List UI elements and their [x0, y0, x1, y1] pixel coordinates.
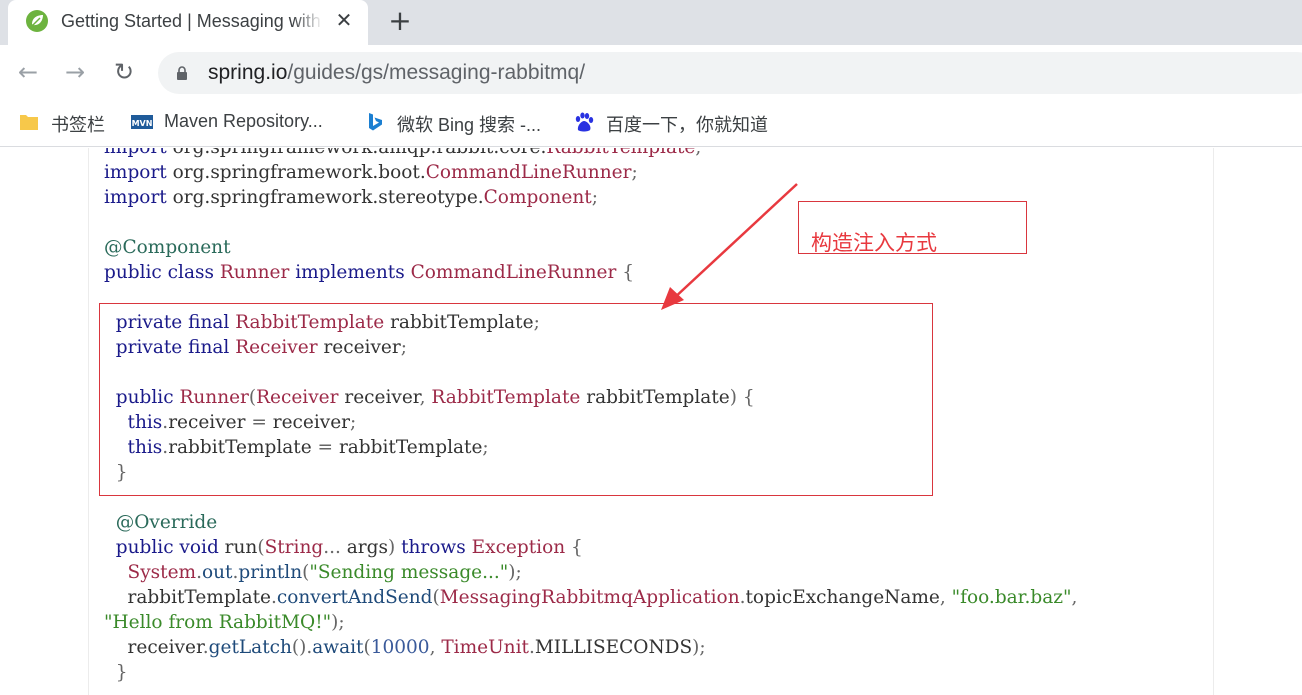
code-token: (). — [291, 637, 313, 658]
code-token: ... — [323, 537, 347, 558]
code-line: public void run(String... args) throws E… — [104, 535, 1077, 560]
bookmarks-bar: 书签栏 MVN Maven Repository... 微软 Bing 搜索 -… — [0, 100, 1302, 147]
code-token: MILLISECONDS — [534, 637, 693, 658]
code-token: @Component — [104, 237, 231, 258]
forward-button[interactable]: → — [60, 57, 90, 87]
code-token: await — [312, 637, 364, 658]
code-token: import — [104, 148, 173, 158]
code-token: Component — [483, 187, 592, 208]
content-border-left — [88, 148, 89, 695]
code-token: "Sending message..." — [309, 562, 509, 583]
code-line: "Hello from RabbitMQ!"); — [104, 610, 1077, 635]
bookmark-label: 微软 Bing 搜索 -... — [397, 115, 542, 135]
code-token: ; — [631, 162, 638, 183]
reload-button[interactable]: ↻ — [109, 57, 139, 87]
code-token: convertAndSend — [276, 587, 433, 608]
code-token: ); — [692, 637, 706, 658]
code-token: System — [104, 562, 197, 583]
code-token: println — [238, 562, 303, 583]
code-token: public void — [104, 537, 225, 558]
code-token: out — [201, 562, 233, 583]
tab-title: Getting Started | Messaging with RabbitM… — [61, 11, 323, 32]
annotation-label-box: 构造注入方式 — [798, 201, 1027, 255]
page-content: import org.springframework.amqp.rabbit.c… — [0, 148, 1302, 695]
code-token: ( — [363, 637, 371, 658]
url-text[interactable]: spring.io/guides/gs/messaging-rabbitmq/ — [208, 61, 585, 85]
toolbar: ← → ↻ spring.io/guides/gs/messaging-rabb… — [0, 45, 1302, 100]
code-token: ); — [508, 562, 522, 583]
code-token: import — [104, 187, 173, 208]
maven-icon: MVN — [131, 115, 153, 129]
code-token: import — [104, 162, 173, 183]
address-bar[interactable]: spring.io/guides/gs/messaging-rabbitmq/ — [158, 52, 1302, 94]
code-token: , — [1071, 587, 1078, 608]
code-token: , — [939, 587, 952, 608]
bookmark-label: 百度一下，你就知道 — [606, 115, 768, 135]
code-line: import org.springframework.amqp.rabbit.c… — [104, 148, 1077, 160]
code-token: receiver — [104, 637, 203, 658]
content-border-right — [1213, 148, 1214, 695]
code-line: System.out.println("Sending message...")… — [104, 560, 1077, 585]
code-token: run — [224, 537, 258, 558]
code-token: CommandLineRunner — [425, 162, 632, 183]
code-token: org.springframework.boot. — [172, 162, 426, 183]
code-token: getLatch — [208, 637, 292, 658]
code-token: org.springframework.amqp.rabbit.core. — [173, 148, 547, 158]
code-token: ); — [331, 612, 345, 633]
code-token: "Hello from RabbitMQ!" — [104, 612, 332, 633]
code-token: org.springframework.stereotype. — [172, 187, 484, 208]
lock-icon[interactable] — [176, 66, 188, 80]
code-token: } — [104, 662, 128, 683]
code-token: rabbitTemplate — [104, 587, 271, 608]
code-token: @Override — [104, 512, 218, 533]
code-token: String — [264, 537, 324, 558]
folder-icon — [20, 115, 38, 130]
code-token: TimeUnit — [441, 637, 529, 658]
code-token: implements — [295, 262, 411, 283]
code-line: } — [104, 660, 1077, 685]
code-token: Runner — [219, 262, 296, 283]
url-path: /guides/gs/messaging-rabbitmq/ — [287, 61, 586, 84]
code-token: CommandLineRunner — [410, 262, 623, 283]
code-line: import org.springframework.boot.CommandL… — [104, 160, 1077, 185]
code-token: "foo.bar.baz" — [951, 587, 1072, 608]
code-token: , — [429, 637, 442, 658]
code-token: Exception — [471, 537, 571, 558]
baidu-icon — [575, 112, 594, 132]
code-token: { — [622, 262, 634, 283]
bookmark-label: 书签栏 — [51, 115, 105, 135]
code-token: MessagingRabbitmqApplication — [439, 587, 740, 608]
url-domain: spring.io — [208, 61, 288, 84]
bookmark-label: Maven Repository... — [164, 111, 323, 131]
annotation-highlight-box — [99, 303, 933, 496]
code-token: RabbitTemplate — [546, 148, 695, 158]
code-token: args — [346, 537, 388, 558]
back-button[interactable]: ← — [13, 57, 43, 87]
code-token: { — [571, 537, 583, 558]
code-token: ; — [591, 187, 598, 208]
tab-active[interactable]: Getting Started | Messaging with RabbitM… — [8, 0, 368, 45]
code-token: public class — [104, 262, 220, 283]
code-line: receiver.getLatch().await(10000, TimeUni… — [104, 635, 1077, 660]
code-token: throws — [401, 537, 472, 558]
code-token: ( — [432, 587, 440, 608]
svg-text:MVN: MVN — [132, 119, 153, 128]
tab-strip: Getting Started | Messaging with RabbitM… — [0, 0, 1302, 45]
tab-close-icon[interactable]: ✕ — [331, 7, 357, 33]
code-token: ( — [257, 537, 265, 558]
annotation-label: 构造注入方式 — [811, 231, 937, 255]
code-token: topicExchangeName — [745, 587, 940, 608]
code-token: 10000 — [370, 637, 430, 658]
code-line: @Override — [104, 510, 1077, 535]
code-token: ) — [387, 537, 402, 558]
code-line: rabbitTemplate.convertAndSend(MessagingR… — [104, 585, 1078, 610]
spring-leaf-icon — [26, 10, 48, 32]
bing-icon — [369, 113, 382, 131]
new-tab-button[interactable]: + — [385, 6, 415, 36]
code-line: public class Runner implements CommandLi… — [104, 260, 1077, 285]
code-token: ; — [695, 148, 701, 158]
